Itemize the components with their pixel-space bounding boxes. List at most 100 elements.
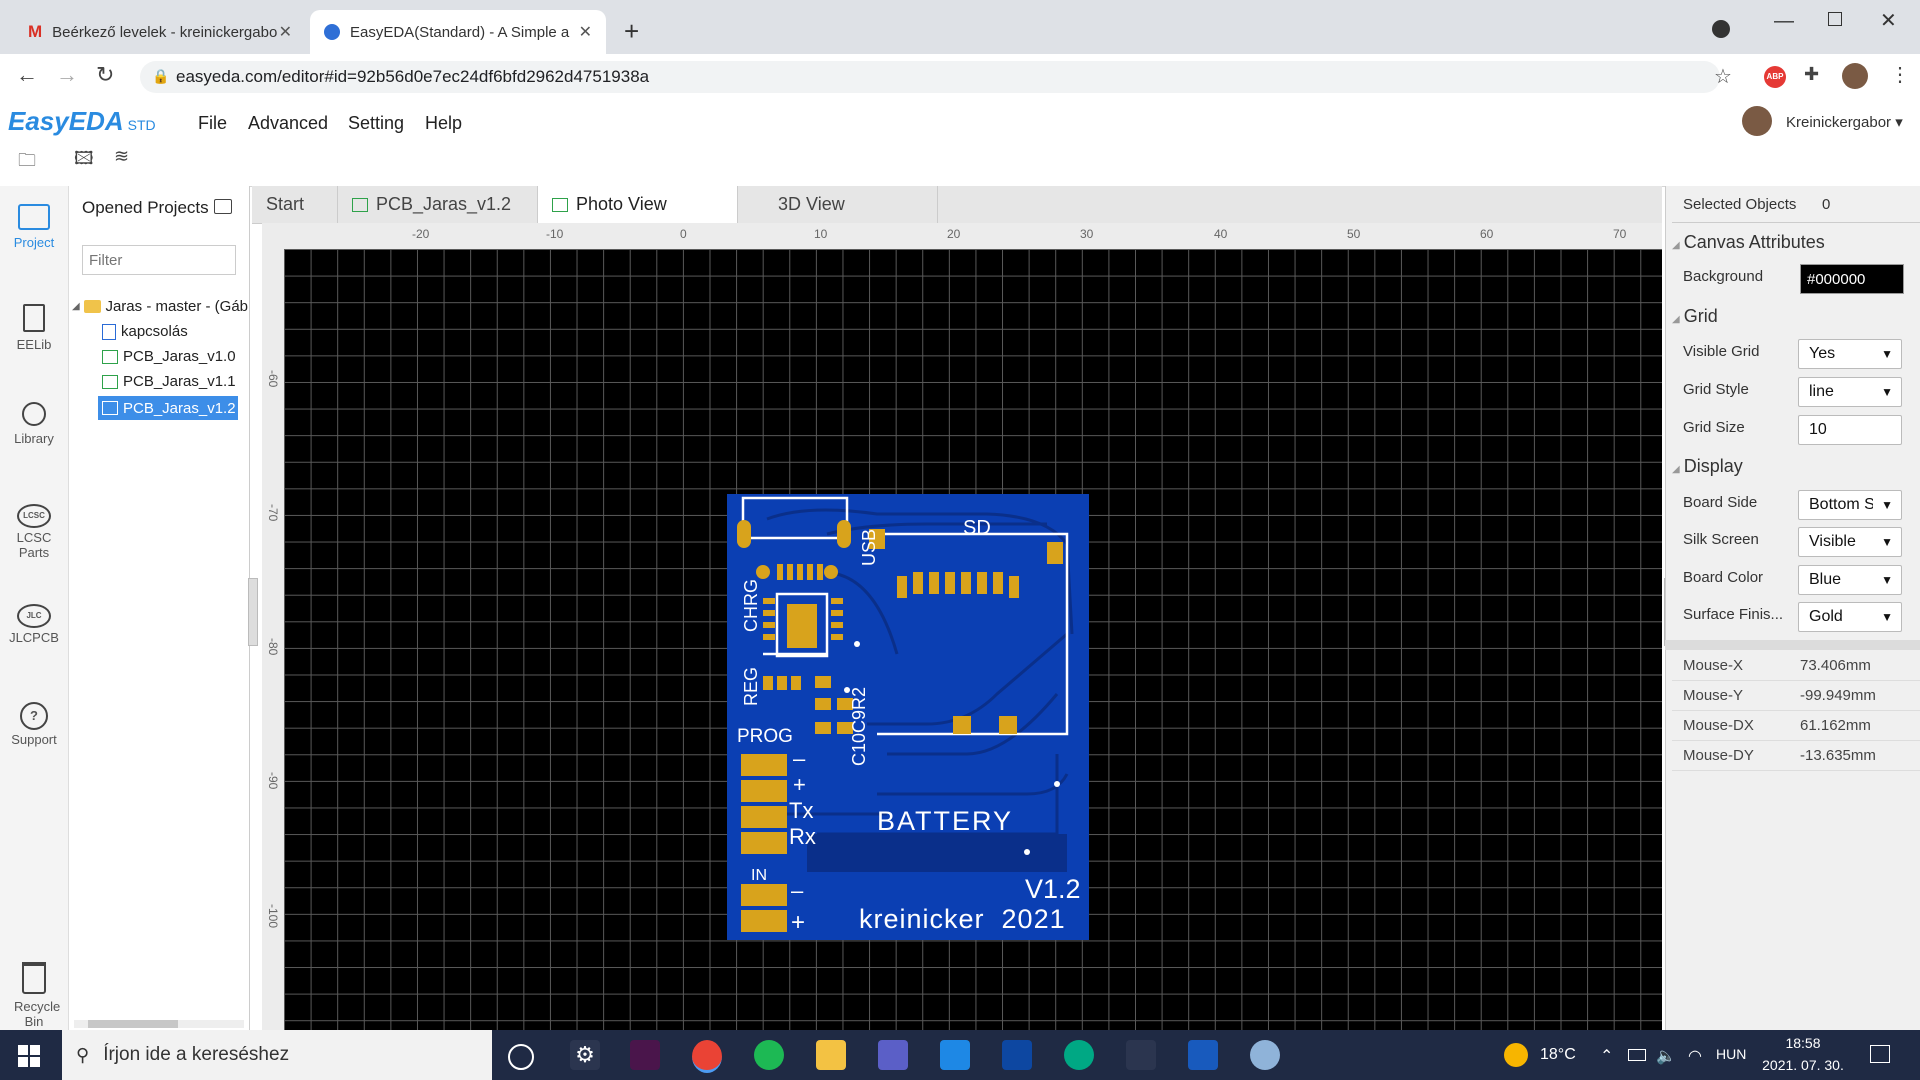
settings-gear-icon[interactable]: ⚙ [570, 1040, 600, 1070]
expand-icon[interactable]: ◢ [72, 301, 80, 312]
sidebar-item-jlcpcb[interactable]: JLC JLCPCB [0, 604, 68, 645]
tab-start[interactable]: Start [252, 186, 338, 223]
language-indicator[interactable]: HUN [1716, 1046, 1746, 1062]
weather-sun-icon[interactable] [1504, 1043, 1528, 1067]
task-view-icon[interactable] [508, 1044, 534, 1070]
notifications-icon[interactable] [1870, 1045, 1890, 1063]
canvas-attributes-heading[interactable]: ◢ Canvas Attributes [1672, 232, 1825, 253]
wifi-icon[interactable]: ◠ [1688, 1046, 1702, 1066]
mountain-app-icon[interactable] [1126, 1040, 1156, 1070]
new-tab-button[interactable]: + [624, 16, 639, 47]
grid-size-input[interactable]: 10 [1798, 415, 1902, 445]
close-icon[interactable]: ✕ [579, 22, 592, 42]
url-bar[interactable]: 🔒 easyeda.com/editor#id=92b56d0e7ec24df6… [140, 61, 1720, 93]
tray-chevron-up-icon[interactable]: ⌃ [1600, 1046, 1613, 1066]
grid-heading[interactable]: ◢ Grid [1672, 306, 1718, 327]
adblock-icon[interactable]: ABP [1764, 66, 1786, 88]
photo-icon [552, 197, 568, 212]
layers-icon[interactable]: ≋ [114, 146, 129, 167]
extensions-icon[interactable]: ✚ [1804, 64, 1819, 85]
browser-tab-gmail[interactable]: M Beérkező levelek - kreinickergabo ✕ [14, 10, 306, 54]
pcb-icon [102, 349, 118, 364]
board-side-select[interactable]: Bottom S ▼ [1798, 490, 1902, 520]
browser-menu-icon[interactable]: ⋮ [1890, 62, 1910, 87]
tab-search-icon[interactable] [1712, 20, 1730, 38]
display-heading[interactable]: ◢ Display [1672, 456, 1743, 477]
forward-icon[interactable]: → [56, 62, 78, 88]
clock-time[interactable]: 18:58 [1758, 1035, 1848, 1051]
menu-setting[interactable]: Setting [348, 113, 404, 134]
mouse-y-row: Mouse-Y -99.949mm [1672, 680, 1920, 711]
windows-start-icon[interactable] [18, 1045, 40, 1067]
volume-icon[interactable]: 🔈 [1656, 1046, 1676, 1066]
ruler-label: 70 [1613, 227, 1627, 241]
photo-export-icon[interactable]: 🖾 [74, 146, 94, 176]
browser-tab-easyeda[interactable]: EasyEDA(Standard) - A Simple an ✕ [310, 10, 606, 54]
open-folder-icon[interactable]: 🗀 [18, 148, 36, 178]
sidebar-item-eelib[interactable]: EELib [0, 304, 68, 352]
weather-temp[interactable]: 18°C [1540, 1046, 1576, 1064]
spotify-icon[interactable] [754, 1040, 784, 1070]
sidebar-item-project[interactable]: Project [0, 204, 68, 250]
divider [1672, 222, 1920, 223]
word-icon[interactable] [1188, 1040, 1218, 1070]
pcb-board[interactable]: SD USB CHRG REG C10C9R2 PROG – + Tx Rx B… [727, 494, 1089, 940]
menu-help[interactable]: Help [425, 113, 462, 134]
sidebar-item-support[interactable]: ? Support [0, 702, 68, 747]
chrome-icon[interactable] [692, 1040, 722, 1073]
silk-tx: Tx [789, 798, 813, 823]
folder-icon[interactable] [214, 199, 232, 214]
close-window-button[interactable]: ✕ [1880, 8, 1897, 33]
sidebar-item-library[interactable]: Library [0, 402, 68, 446]
sidebar-item-lcsc[interactable]: LCSC LCSC Parts [0, 504, 68, 560]
sidebar-item-recycle-bin[interactable]: Recycle Bin [0, 962, 68, 1029]
menu-file[interactable]: File [198, 113, 227, 134]
satellite-app-icon[interactable] [1064, 1040, 1094, 1070]
chevron-down-icon: ▼ [1881, 610, 1893, 624]
user-name[interactable]: Kreinickergabor ▾ [1786, 113, 1903, 131]
surface-finish-select[interactable]: Gold ▼ [1798, 602, 1902, 632]
trash-icon [22, 962, 46, 994]
slack-icon[interactable] [630, 1040, 660, 1070]
taskbar-search[interactable]: ⚲ Írjon ide a kereséshez [62, 1030, 492, 1080]
project-item-kapcsolas[interactable]: kapcsolás [102, 323, 188, 340]
tab-pcb[interactable]: PCB_Jaras_v1.2 [338, 186, 538, 223]
project-item-pcb-v10[interactable]: PCB_Jaras_v1.0 [102, 348, 236, 365]
project-item-pcb-v11[interactable]: PCB_Jaras_v1.1 [102, 373, 236, 390]
tab-photo-view[interactable]: Photo View [538, 186, 738, 223]
silk-minus-2: – [791, 878, 804, 903]
profile-avatar[interactable] [1842, 63, 1868, 89]
project-item-pcb-v12[interactable]: PCB_Jaras_v1.2 [98, 396, 238, 420]
board-color-select[interactable]: Blue ▼ [1798, 565, 1902, 595]
vscode-icon[interactable] [940, 1040, 970, 1070]
battery-icon[interactable] [1628, 1049, 1646, 1061]
minimize-button[interactable]: — [1774, 10, 1794, 33]
tab-3d-view[interactable]: 3D View [738, 186, 938, 223]
teams-icon[interactable] [878, 1040, 908, 1070]
background-color-input[interactable]: #000000 [1800, 264, 1904, 294]
visible-grid-select[interactable]: Yes ▼ [1798, 339, 1902, 369]
silk-screen-select[interactable]: Visible ▼ [1798, 527, 1902, 557]
project-root[interactable]: ◢ Jaras - master - (Gáb [72, 298, 248, 315]
close-icon[interactable]: ✕ [279, 22, 292, 42]
project-panel-scrollbar[interactable] [74, 1020, 244, 1028]
clock-date[interactable]: 2021. 07. 30. [1758, 1057, 1848, 1073]
left-splitter-handle[interactable] [248, 578, 258, 646]
grid-style-select[interactable]: line ▼ [1798, 377, 1902, 407]
paint-icon[interactable] [1250, 1040, 1280, 1070]
bookmark-star-icon[interactable]: ☆ [1714, 64, 1732, 89]
maximize-button[interactable] [1828, 12, 1842, 26]
project-filter-input[interactable] [82, 245, 236, 275]
user-avatar[interactable] [1742, 106, 1772, 136]
visible-grid-label: Visible Grid [1683, 343, 1760, 360]
file-explorer-icon[interactable] [816, 1040, 846, 1070]
menu-advanced[interactable]: Advanced [248, 113, 328, 134]
grid-style-label: Grid Style [1683, 381, 1749, 398]
reload-icon[interactable]: ↻ [96, 62, 114, 88]
silk-version: V1.2 [1025, 874, 1081, 904]
photos-icon[interactable] [1002, 1040, 1032, 1070]
surface-finish-label: Surface Finis... [1683, 606, 1784, 623]
magnifier-icon [22, 402, 46, 426]
folder-icon [83, 300, 102, 313]
back-icon[interactable]: ← [16, 62, 38, 88]
